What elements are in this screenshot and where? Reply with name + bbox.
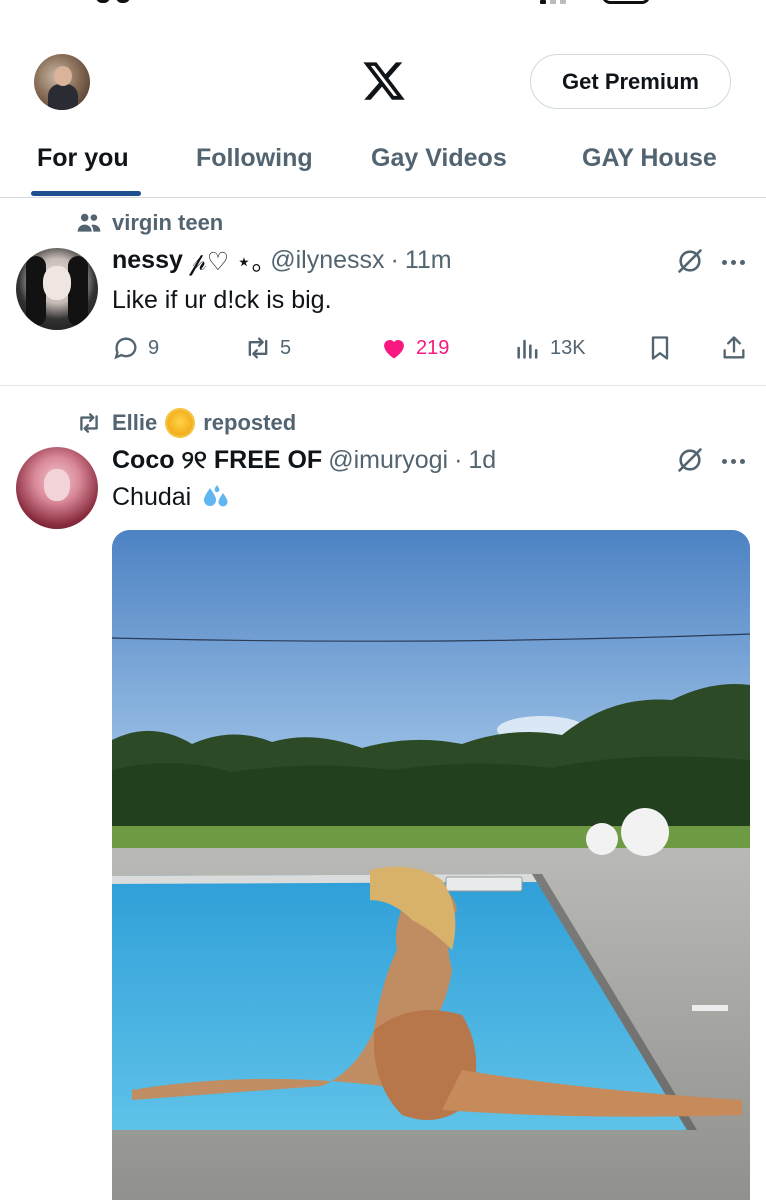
status-time-cropped — [96, 0, 186, 6]
repost-icon — [80, 413, 98, 433]
grok-icon[interactable] — [676, 247, 704, 275]
name-decoration: 𝓅♡ ⋆｡ — [188, 248, 265, 276]
tab-following[interactable]: Following — [196, 128, 313, 188]
post-media-image[interactable] — [112, 530, 750, 1200]
battery-icon — [602, 0, 650, 4]
community-icon — [77, 213, 101, 232]
post-time[interactable]: 11m — [405, 246, 452, 275]
separator-dot: · — [454, 445, 463, 474]
get-premium-button[interactable]: Get Premium — [530, 54, 731, 109]
tab-for-you[interactable]: For you — [37, 128, 129, 188]
author-avatar[interactable] — [16, 248, 98, 330]
author-avatar[interactable] — [16, 447, 98, 529]
reposter-name: Ellie — [112, 410, 158, 435]
x-logo-icon — [363, 62, 405, 100]
active-tab-indicator — [31, 191, 141, 196]
post-text: Chudai — [112, 483, 192, 511]
repost-context[interactable]: Ellie reposted — [76, 408, 296, 438]
post-text: Like if ur d!ck is big. — [112, 286, 332, 314]
top-header: Get Premium — [0, 50, 766, 112]
author-name[interactable]: Coco ୨୧ FREE OF — [112, 446, 322, 475]
post-time[interactable]: 1d — [468, 446, 496, 475]
profile-avatar[interactable] — [34, 54, 90, 110]
reposted-label: reposted — [203, 410, 297, 435]
post-header: nessy 𝓅♡ ⋆｡ @ilynessx · 11m — [112, 243, 452, 277]
status-icons — [540, 0, 650, 4]
tab-gay-house[interactable]: GAY House — [582, 128, 717, 188]
sweat-droplets-emoji — [204, 484, 228, 506]
post[interactable]: Ellie reposted Coco ୨୧ FREE OF @imuryogi… — [0, 387, 766, 1200]
separator-dot: · — [390, 245, 399, 274]
post-header: Coco ୨୧ FREE OF @imuryogi · 1d — [112, 443, 496, 477]
signal-icon — [540, 0, 566, 4]
more-options-icon[interactable] — [722, 455, 750, 467]
post[interactable]: virgin teen nessy 𝓅♡ ⋆｡ @ilynessx · 11m … — [0, 198, 766, 386]
more-options-icon[interactable] — [722, 256, 750, 268]
post-text-row: Chudai — [112, 483, 233, 512]
repost-icon — [248, 337, 268, 359]
post-actions: 9 5 219 13K — [112, 332, 752, 364]
share-icon[interactable] — [720, 332, 748, 364]
views-count: 13K — [550, 336, 586, 359]
heart-filled-icon — [384, 340, 404, 359]
grok-icon[interactable] — [676, 446, 704, 474]
repost-count: 5 — [280, 336, 292, 359]
community-name: virgin teen — [112, 210, 224, 235]
author-name[interactable]: nessy — [112, 246, 183, 275]
reply-icon — [114, 337, 137, 360]
tab-gay-videos[interactable]: Gay Videos — [371, 128, 507, 188]
sun-emoji — [167, 410, 194, 436]
like-count: 219 — [416, 336, 450, 359]
status-bar — [0, 0, 766, 20]
community-context[interactable]: virgin teen — [76, 208, 223, 238]
reply-count: 9 — [148, 336, 160, 359]
author-handle[interactable]: @imuryogi — [328, 446, 448, 475]
views-icon — [517, 339, 538, 359]
timeline-tabs: For you Following Gay Videos GAY House — [0, 128, 766, 198]
reply-button[interactable]: 9 — [112, 332, 159, 364]
author-handle[interactable]: @ilynessx — [270, 246, 384, 275]
bookmark-icon[interactable] — [646, 332, 674, 364]
like-button[interactable]: 219 — [380, 332, 449, 364]
repost-button[interactable]: 5 — [244, 332, 291, 364]
pool-photo — [112, 530, 750, 1200]
views-button[interactable]: 13K — [514, 332, 586, 364]
